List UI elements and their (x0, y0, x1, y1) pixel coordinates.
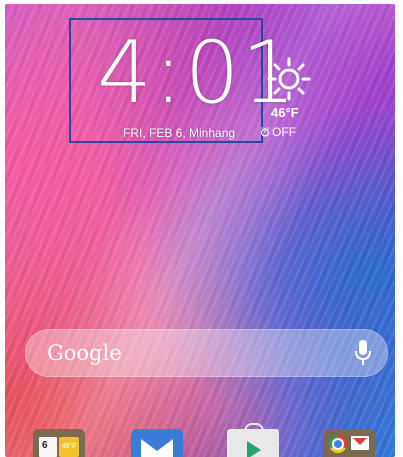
home-screen: 4:01 46°F FRI, FEB 6, Minhang OFF Google… (5, 4, 395, 457)
gmail-icon (351, 436, 369, 450)
google-search-bar[interactable]: Google (25, 329, 388, 377)
mic-icon[interactable] (354, 339, 372, 367)
chrome-gmail-folder-icon[interactable] (323, 429, 375, 457)
clock-separator: : (153, 23, 185, 123)
alarm-icon (260, 126, 270, 137)
calendar-weather-icon[interactable]: 6 46°F (33, 429, 85, 457)
play-store-icon[interactable] (227, 423, 279, 457)
weather-temperature[interactable]: 46°F (271, 105, 299, 120)
clock-date-location: FRI, FEB 6, Minhang (123, 126, 236, 140)
alarm-status-label: OFF (272, 125, 296, 139)
play-triangle (247, 441, 261, 457)
alarm-status[interactable]: OFF (260, 125, 296, 139)
clock-hours: 4 (97, 23, 154, 123)
google-logo: Google (47, 341, 122, 365)
email-icon[interactable] (131, 429, 183, 457)
envelope-shape (141, 439, 173, 457)
weather-mini-tile: 46°F (59, 437, 79, 457)
bag-handle (244, 423, 264, 435)
calendar-date: 6 (42, 440, 48, 451)
chrome-icon (329, 435, 347, 453)
calendar-page: 6 (39, 437, 57, 457)
sun-icon[interactable] (267, 57, 311, 101)
